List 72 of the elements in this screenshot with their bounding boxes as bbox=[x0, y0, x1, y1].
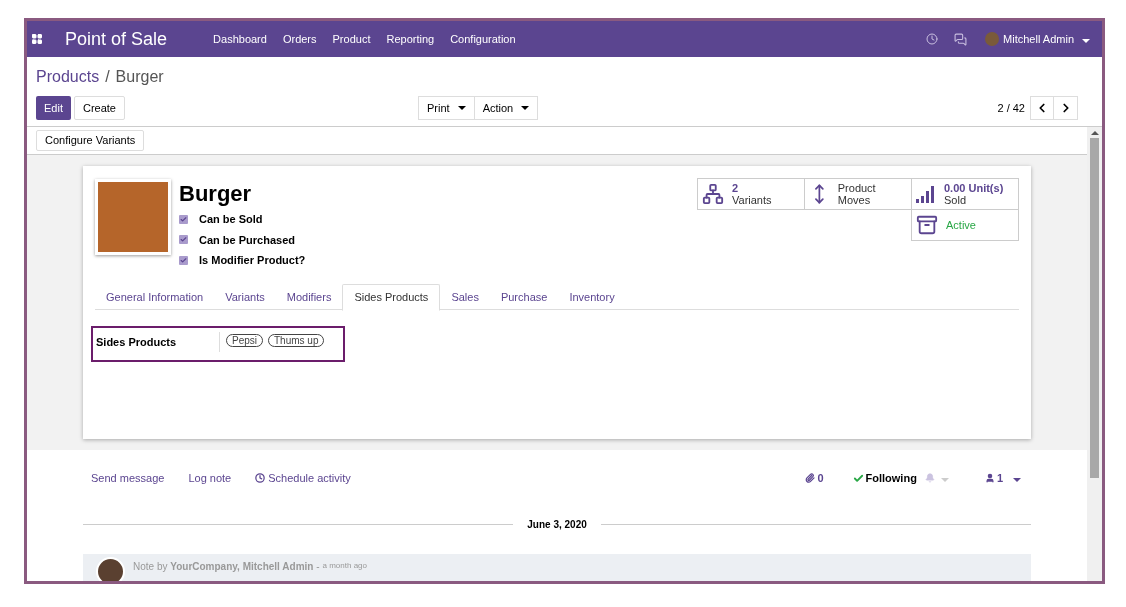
menu-link[interactable]: Orders bbox=[282, 30, 317, 48]
tab[interactable]: General Information bbox=[95, 283, 215, 311]
breadcrumb-current: Burger bbox=[115, 68, 164, 85]
tab[interactable]: Inventory bbox=[558, 283, 626, 311]
pager-counter: 2 / 42 bbox=[997, 100, 1025, 116]
field-label: Sides Products bbox=[96, 331, 220, 352]
check-icon bbox=[180, 236, 187, 244]
previous-button[interactable] bbox=[1030, 96, 1054, 120]
followers-button[interactable]: 1 bbox=[984, 470, 1021, 487]
check-icon bbox=[180, 215, 187, 223]
stat-label: Sold bbox=[944, 194, 968, 206]
next-button[interactable] bbox=[1054, 96, 1078, 120]
attachments-button[interactable]: 0 bbox=[805, 470, 824, 487]
checkbox[interactable] bbox=[179, 255, 188, 265]
message-time: a month ago bbox=[322, 559, 367, 572]
stat-label: Active bbox=[946, 219, 976, 231]
stat-label: Product Moves bbox=[837, 182, 877, 206]
date-separator: June 3, 2020 bbox=[526, 517, 588, 532]
breadcrumb-link[interactable]: Products bbox=[36, 68, 100, 85]
product-name: Burger bbox=[179, 180, 253, 208]
caret-icon bbox=[940, 478, 949, 482]
dropdown-button[interactable]: Print bbox=[418, 96, 475, 120]
chatter-action-link[interactable]: Send message bbox=[91, 470, 165, 487]
edit-button[interactable]: Edit bbox=[36, 96, 71, 120]
tab[interactable]: Variants bbox=[214, 283, 276, 311]
checkbox[interactable] bbox=[179, 235, 188, 245]
chatter-action-link[interactable]: Schedule activity bbox=[255, 470, 351, 487]
caret-icon bbox=[457, 106, 466, 110]
stat-label: Variants bbox=[732, 194, 772, 206]
avatar-placeholder bbox=[985, 32, 1000, 46]
tab[interactable]: Sides Products bbox=[342, 283, 441, 311]
signal-bars-icon bbox=[916, 185, 936, 203]
message-author-line: Note by YourCompany, Mitchell Admin - bbox=[133, 559, 320, 574]
stat-button[interactable]: 2 Variants bbox=[697, 178, 805, 210]
caret-icon bbox=[1082, 38, 1090, 43]
menu-link[interactable]: Reporting bbox=[386, 30, 435, 48]
person-icon bbox=[984, 473, 995, 484]
apps-menu-icon[interactable] bbox=[31, 33, 43, 45]
checkbox-label: Is Modifier Product? bbox=[199, 253, 306, 268]
activity-clock-icon[interactable] bbox=[926, 33, 939, 45]
breadcrumb-separator: / bbox=[105, 68, 110, 85]
checkbox[interactable] bbox=[179, 214, 188, 224]
check-icon bbox=[180, 256, 187, 264]
scrollbar[interactable] bbox=[1087, 127, 1102, 581]
tab[interactable]: Modifiers bbox=[275, 283, 343, 311]
caret-icon bbox=[521, 106, 530, 110]
hierarchy-icon bbox=[702, 183, 724, 205]
caret-icon bbox=[1013, 478, 1021, 482]
checkbox-label: Can be Purchased bbox=[199, 232, 295, 248]
stat-button[interactable]: 0.00 Unit(s) Sold bbox=[911, 178, 1019, 210]
following-button[interactable]: Following bbox=[852, 470, 917, 487]
configure-variants-button[interactable]: Configure Variants bbox=[36, 130, 145, 151]
clock-icon bbox=[255, 473, 266, 484]
menu-link[interactable]: Configuration bbox=[450, 30, 516, 48]
dropdown-button[interactable]: Action bbox=[473, 96, 539, 120]
user-menu[interactable]: Mitchell Admin bbox=[985, 30, 1090, 48]
paperclip-icon bbox=[805, 473, 816, 484]
menu-link[interactable]: Product bbox=[332, 30, 371, 48]
avatar-placeholder bbox=[96, 556, 125, 581]
tab[interactable]: Purchase bbox=[489, 283, 559, 311]
chat-bubbles-icon[interactable] bbox=[954, 32, 968, 46]
archive-icon bbox=[916, 214, 938, 236]
stat-button[interactable]: Product Moves bbox=[804, 178, 912, 210]
menu-link[interactable]: Dashboard bbox=[213, 30, 267, 48]
stat-value: 2 bbox=[732, 182, 740, 194]
app-title: Point of Sale bbox=[65, 27, 168, 51]
create-button[interactable]: Create bbox=[73, 96, 125, 120]
checkbox-label: Can be Sold bbox=[199, 212, 263, 227]
tab[interactable]: Sales bbox=[440, 283, 490, 311]
stat-value: 0.00 Unit(s) bbox=[944, 182, 1004, 194]
chatter-action-link[interactable]: Log note bbox=[188, 470, 232, 487]
check-icon bbox=[852, 472, 864, 484]
